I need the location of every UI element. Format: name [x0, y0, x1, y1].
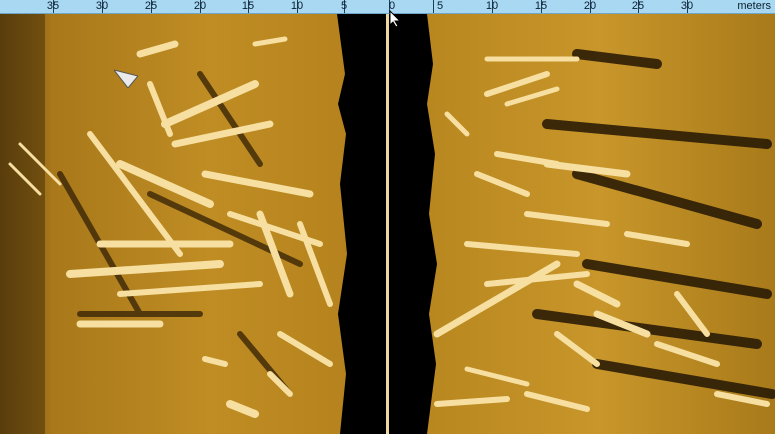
starboard-sonar-channel[interactable] — [427, 14, 775, 434]
ruler-label-10-right: 10 — [485, 0, 499, 12]
starboard-water-column — [389, 14, 427, 434]
ruler-label-25-right: 25 — [631, 0, 645, 12]
port-sonar-image — [0, 14, 350, 434]
ruler-label-5-right: 5 — [436, 0, 444, 12]
ruler-label-30: 30 — [95, 0, 109, 12]
ruler-label-25: 25 — [144, 0, 158, 12]
starboard-sonar-image — [427, 14, 775, 434]
target-marker-icon — [114, 69, 138, 88]
ruler-label-15-right: 15 — [534, 0, 548, 12]
ruler-label-10: 10 — [290, 0, 304, 12]
ruler-label-30-right: 30 — [680, 0, 694, 12]
ruler-label-35: 35 — [46, 0, 60, 12]
ruler-label-20-right: 20 — [583, 0, 597, 12]
ruler-label-5: 5 — [340, 0, 348, 12]
port-water-column — [350, 14, 386, 434]
mouse-pointer-icon — [389, 10, 402, 28]
range-scale-ruler: 35 30 25 20 15 10 5 0 5 10 15 20 25 30 m… — [0, 0, 775, 14]
ruler-label-15: 15 — [241, 0, 255, 12]
port-sonar-channel[interactable] — [0, 14, 350, 434]
ruler-tick — [433, 0, 434, 13]
ruler-label-20: 20 — [193, 0, 207, 12]
ruler-unit-label: meters — [737, 0, 771, 12]
